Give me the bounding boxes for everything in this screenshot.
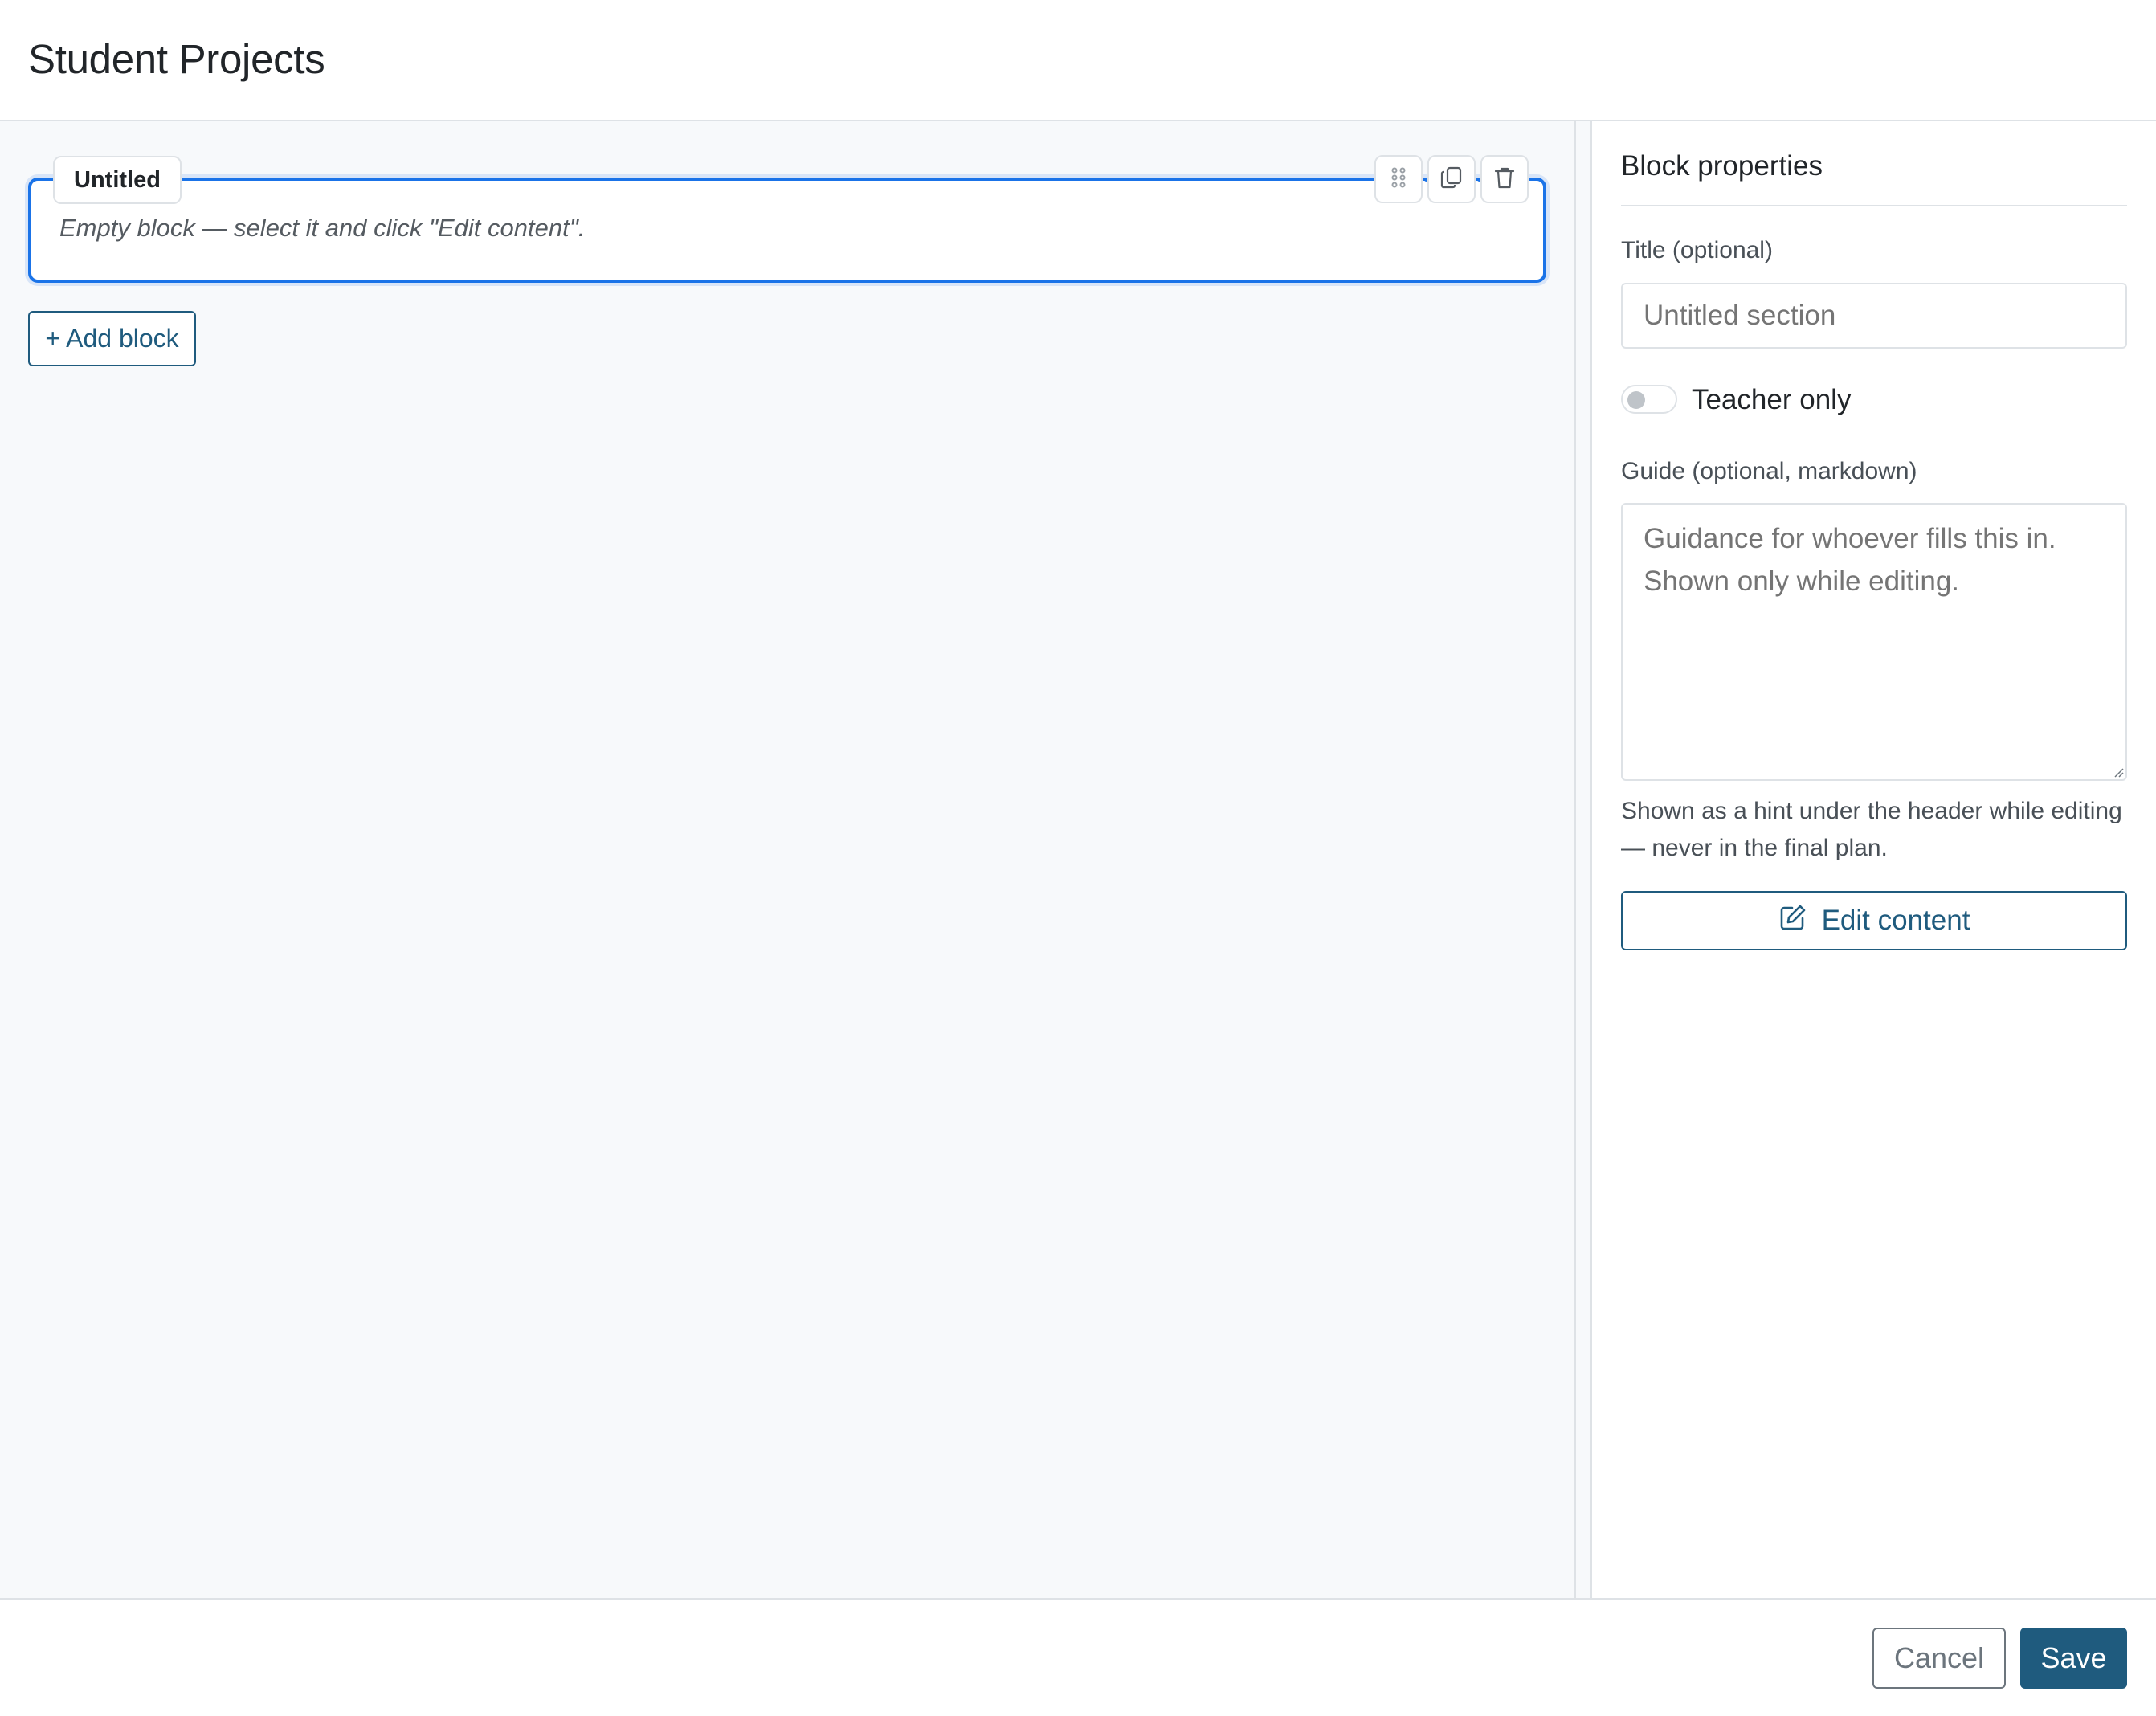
panel-divider [1574, 121, 1592, 1598]
drag-handle-icon [1389, 166, 1408, 193]
page-header: Student Projects [0, 0, 2156, 121]
guide-field-label: Guide (optional, markdown) [1621, 458, 1917, 484]
panel-title: Block properties [1621, 150, 1823, 182]
cancel-button[interactable]: Cancel [1872, 1628, 2006, 1689]
title-input[interactable] [1621, 283, 2127, 349]
resize-handle-icon[interactable] [2113, 766, 2124, 778]
drag-handle-button[interactable] [1374, 155, 1423, 203]
pencil-square-icon [1778, 903, 1807, 939]
title-field-label: Title (optional) [1621, 237, 1773, 264]
panel-divider-rule [1621, 205, 2127, 206]
delete-block-button[interactable] [1480, 155, 1529, 203]
duplicate-block-button[interactable] [1427, 155, 1476, 203]
add-block-button[interactable]: + Add block [28, 311, 196, 366]
block-placeholder-text: Empty block — select it and click "Edit … [59, 214, 586, 242]
teacher-only-label: Teacher only [1692, 384, 1852, 415]
block-title-tab[interactable]: Untitled [53, 156, 182, 204]
editor-canvas [0, 121, 1574, 1598]
guide-hint-text: Shown as a hint under the header while e… [1621, 798, 2122, 861]
edit-content-button[interactable]: Edit content [1621, 891, 2127, 950]
page-title: Student Projects [28, 36, 325, 82]
teacher-only-toggle[interactable] [1621, 385, 1677, 414]
save-button[interactable]: Save [2020, 1628, 2127, 1689]
edit-content-label: Edit content [1821, 905, 1970, 936]
toggle-knob [1627, 391, 1645, 409]
footer-bar [0, 1598, 2156, 1716]
copy-icon [1439, 165, 1464, 194]
guide-textarea[interactable] [1621, 503, 2127, 781]
trash-icon [1493, 165, 1516, 194]
